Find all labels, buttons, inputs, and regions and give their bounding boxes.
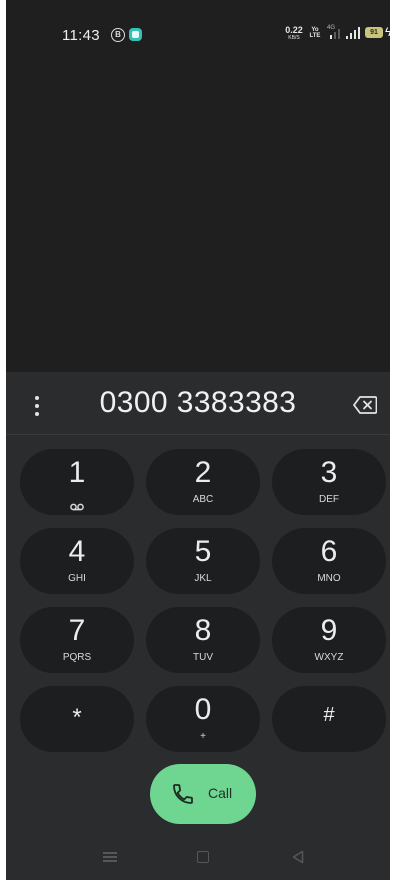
phone-icon [171, 782, 195, 811]
key-9[interactable]: 9 WXYZ [272, 607, 386, 673]
signal-strength-icon [346, 27, 360, 39]
voicemail-icon [70, 498, 84, 516]
key-digit: 1 [68, 456, 86, 489]
key-letters: DEF [319, 494, 339, 505]
backspace-icon[interactable] [353, 396, 378, 414]
dialer-screen: 11:43 B 0.22 KB/S Yo LTE 4G 91 ϟ 0300 33… [6, 0, 390, 880]
key-letters: ABC [192, 494, 214, 505]
divider [6, 434, 390, 435]
nav-home-icon[interactable] [197, 851, 209, 863]
key-1[interactable]: 1 [20, 449, 134, 515]
battery-icon: 91 [365, 27, 383, 38]
key-star[interactable]: * [20, 686, 134, 752]
app-notification-icon [129, 28, 142, 41]
network-speed: 0.22 KB/S [285, 25, 303, 42]
nav-back-icon[interactable] [292, 850, 304, 869]
status-bar: 11:43 B 0.22 KB/S Yo LTE 4G 91 ϟ [6, 0, 390, 44]
volte-bottom: LTE [309, 33, 321, 39]
key-letters: + [200, 731, 206, 742]
key-digit: 9 [320, 614, 338, 647]
key-letters: TUV [193, 652, 213, 663]
key-digit: 0 [194, 693, 212, 726]
dialed-number[interactable]: 0300 3383383 [66, 386, 330, 420]
key-digit: 8 [194, 614, 212, 647]
key-letters: JKL [194, 573, 212, 584]
more-options-button[interactable] [25, 394, 49, 418]
signal-icon [328, 27, 342, 39]
key-6[interactable]: 6 MNO [272, 528, 386, 594]
network-speed-value: 0.22 [285, 25, 303, 35]
key-digit: 5 [194, 535, 212, 568]
key-8[interactable]: 8 TUV [146, 607, 260, 673]
volte-icon: Yo LTE [308, 27, 322, 39]
status-time: 11:43 [62, 27, 100, 44]
key-digit: 4 [68, 535, 86, 568]
key-digit: 7 [68, 614, 86, 647]
key-0[interactable]: 0 + [146, 686, 260, 752]
call-label: Call [208, 785, 233, 801]
key-hash[interactable]: # [272, 686, 386, 752]
call-button[interactable]: Call [150, 764, 256, 824]
network-speed-unit: KB/S [288, 35, 300, 41]
key-symbol: * [72, 704, 82, 731]
key-digit: 6 [320, 535, 338, 568]
key-letters: GHI [68, 573, 86, 584]
key-4[interactable]: 4 GHI [20, 528, 134, 594]
key-digit: 2 [194, 456, 212, 489]
key-2[interactable]: 2 ABC [146, 449, 260, 515]
key-5[interactable]: 5 JKL [146, 528, 260, 594]
key-3[interactable]: 3 DEF [272, 449, 386, 515]
key-letters: PQRS [62, 652, 92, 663]
key-digit: 3 [320, 456, 338, 489]
key-symbol: # [323, 704, 335, 726]
key-letters: MNO [317, 573, 341, 584]
notification-b-icon: B [111, 28, 125, 42]
key-7[interactable]: 7 PQRS [20, 607, 134, 673]
key-letters: WXYZ [314, 652, 344, 663]
nav-menu-icon[interactable] [103, 852, 117, 862]
charging-icon: ϟ [385, 25, 390, 39]
